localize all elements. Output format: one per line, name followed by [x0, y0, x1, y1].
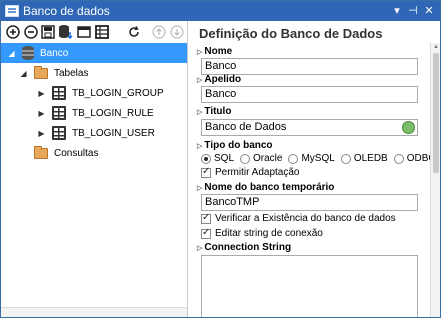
- radio-label: OLEDB: [353, 153, 388, 164]
- apelido-label: ▷ Apelido: [197, 74, 241, 85]
- checkbox-label: Verificar a Existência do banco de dados: [215, 213, 396, 224]
- apelido-label-text: Apelido: [204, 74, 242, 85]
- folder-icon: [34, 145, 48, 159]
- permitir-checkbox[interactable]: Permitir Adaptação: [201, 166, 300, 178]
- tree-node-label: Consultas: [54, 147, 99, 159]
- checkbox-label: Editar string de conexão: [215, 228, 323, 239]
- tree-panel: ◢ Banco ◢ Tabelas ▶ TB_LOGIN_GROUP ▶ TB_…: [1, 21, 188, 317]
- expand-icon[interactable]: ▶: [37, 129, 46, 138]
- globe-icon[interactable]: [402, 121, 415, 134]
- expand-icon[interactable]: ▶: [37, 89, 46, 98]
- move-down-icon[interactable]: [169, 24, 185, 40]
- radio-oracle[interactable]: Oracle: [240, 153, 282, 164]
- titulo-label-text: Titulo: [204, 106, 232, 117]
- triangle-icon: ▷: [197, 184, 203, 192]
- apelido-field[interactable]: Banco: [201, 86, 418, 103]
- move-up-icon[interactable]: [151, 24, 167, 40]
- table-icon[interactable]: [94, 24, 110, 40]
- radio-dot[interactable]: [340, 153, 351, 164]
- tree-node-label: Tabelas: [54, 67, 89, 79]
- tipo-label: ▷ Tipo do banco: [197, 140, 273, 151]
- window-title: Banco de dados: [23, 4, 110, 18]
- tipo-radio-group: SQL Oracle MySQL OLEDB ODBC: [201, 153, 440, 164]
- table-icon: [52, 86, 66, 100]
- scroll-thumb[interactable]: [433, 53, 439, 173]
- dropdown-icon[interactable]: ▾: [390, 3, 404, 19]
- verificar-checkbox[interactable]: Verificar a Existência do banco de dados: [201, 212, 396, 224]
- tree-node-label: Banco: [40, 47, 69, 59]
- toolbar-spacer: [112, 24, 124, 40]
- database-import-icon[interactable]: [58, 24, 74, 40]
- properties-panel: Definição do Banco de Dados ▷ Nome Banco…: [189, 21, 440, 317]
- triangle-icon: ▷: [197, 108, 203, 116]
- titulo-label: ▷ Titulo: [197, 106, 231, 117]
- temp-label: ▷ Nome do banco temporário: [197, 182, 334, 193]
- collapse-icon[interactable]: ◢: [19, 69, 28, 78]
- tree-node-table[interactable]: ▶ TB_LOGIN_GROUP: [37, 83, 164, 103]
- radio-mysql[interactable]: MySQL: [288, 153, 335, 164]
- title-bar: Banco de dados ▾ ⊣ ✕: [1, 1, 440, 21]
- connection-string-field[interactable]: [201, 255, 418, 317]
- checkbox-box[interactable]: [201, 166, 211, 178]
- conn-label: ▷ Connection String: [197, 242, 291, 253]
- collapse-icon[interactable]: ◢: [7, 49, 16, 58]
- checkbox-label: Permitir Adaptação: [215, 167, 300, 178]
- close-icon[interactable]: ✕: [422, 3, 436, 19]
- expand-icon[interactable]: ▶: [37, 109, 46, 118]
- tree-node-label: TB_LOGIN_RULE: [72, 107, 154, 119]
- add-icon[interactable]: [5, 24, 21, 40]
- radio-dot[interactable]: [393, 153, 404, 164]
- tree-node-label: TB_LOGIN_USER: [72, 127, 155, 139]
- save-icon[interactable]: [41, 24, 57, 40]
- titulo-value: Banco de Dados: [205, 121, 287, 133]
- tipo-label-text: Tipo do banco: [204, 140, 273, 151]
- titulo-field[interactable]: Banco de Dados: [201, 119, 418, 136]
- editar-checkbox[interactable]: Editar string de conexão: [201, 227, 323, 239]
- radio-oledb[interactable]: OLEDB: [340, 153, 388, 164]
- triangle-icon: ▷: [197, 48, 203, 56]
- triangle-icon: ▷: [197, 142, 203, 150]
- radio-label: MySQL: [301, 153, 335, 164]
- table-icon: [52, 106, 66, 120]
- toolbar-spacer: [144, 24, 150, 40]
- remove-icon[interactable]: [23, 24, 39, 40]
- scroll-up-icon[interactable]: ▲: [431, 44, 440, 50]
- temp-label-text: Nome do banco temporário: [204, 182, 335, 193]
- database-icon: [22, 46, 34, 60]
- temp-db-field[interactable]: BancoTMP: [201, 194, 418, 211]
- horizontal-scrollbar[interactable]: [1, 307, 187, 317]
- radio-dot[interactable]: [288, 153, 299, 164]
- vertical-scrollbar[interactable]: ▲: [430, 43, 440, 317]
- nome-label: ▷ Nome: [197, 46, 232, 57]
- tree-node-banco[interactable]: ◢ Banco: [1, 43, 187, 63]
- radio-sql[interactable]: SQL: [201, 153, 234, 164]
- radio-label: SQL: [214, 153, 235, 164]
- table-icon: [52, 126, 66, 140]
- panel-title: Definição do Banco de Dados: [199, 26, 383, 41]
- radio-dot[interactable]: [240, 153, 251, 164]
- title-bar-buttons: ▾ ⊣ ✕: [388, 3, 436, 19]
- window-icon: [5, 5, 19, 17]
- refresh-icon[interactable]: [126, 24, 142, 40]
- tree-node-table[interactable]: ▶ TB_LOGIN_USER: [37, 123, 155, 143]
- checkbox-box[interactable]: [201, 227, 211, 239]
- triangle-icon: ▷: [197, 244, 203, 252]
- folder-icon: [34, 65, 48, 79]
- pin-icon[interactable]: ⊣: [406, 3, 420, 19]
- window-icon[interactable]: [76, 24, 92, 40]
- triangle-icon: ▷: [197, 76, 203, 84]
- nome-field[interactable]: Banco: [201, 58, 418, 75]
- tree-toolbar: [1, 21, 187, 43]
- tree-node-tabelas[interactable]: ◢ Tabelas: [19, 63, 88, 83]
- radio-dot[interactable]: [201, 153, 211, 164]
- checkbox-box[interactable]: [201, 212, 211, 224]
- conn-label-text: Connection String: [204, 242, 292, 253]
- database-window: Banco de dados ▾ ⊣ ✕ ◢ Banco ◢ Tabelas ▶…: [0, 0, 441, 318]
- tree-node-consultas[interactable]: Consultas: [34, 143, 98, 163]
- radio-label: Oracle: [253, 153, 283, 164]
- nome-label-text: Nome: [204, 46, 233, 57]
- tree-node-table[interactable]: ▶ TB_LOGIN_RULE: [37, 103, 154, 123]
- tree-node-label: TB_LOGIN_GROUP: [72, 87, 164, 99]
